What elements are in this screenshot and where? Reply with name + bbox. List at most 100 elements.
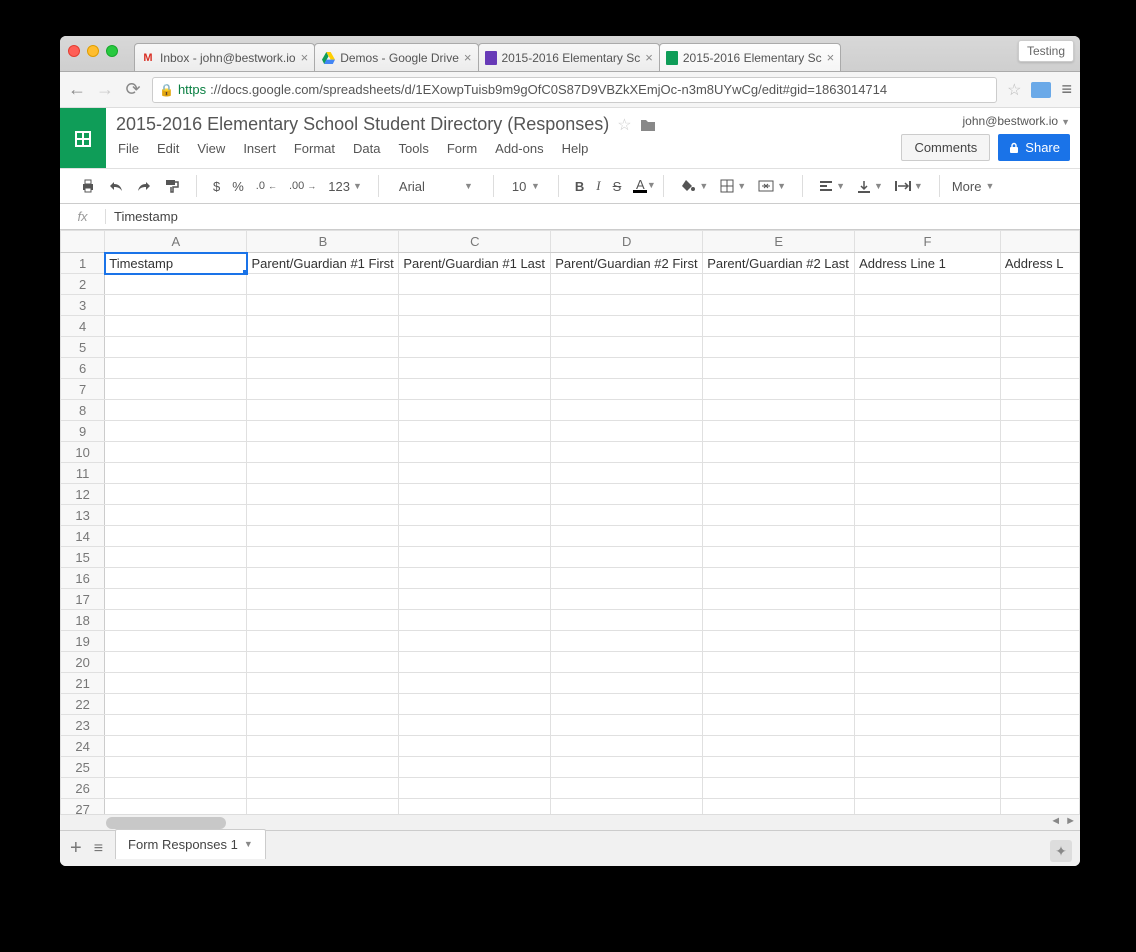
cell-overflow-7[interactable] [1000,379,1079,400]
cell-B25[interactable] [247,757,399,778]
print-icon[interactable] [76,178,100,194]
menu-format[interactable]: Format [294,141,335,156]
cell-F15[interactable] [855,547,1001,568]
row-header-21[interactable]: 21 [61,673,105,694]
cell-A3[interactable] [105,295,247,316]
star-document-icon[interactable]: ☆ [617,115,631,135]
cell-D24[interactable] [551,736,703,757]
cell-E10[interactable] [703,442,855,463]
tab-drive[interactable]: Demos - Google Drive × [314,43,478,71]
cell-overflow-15[interactable] [1000,547,1079,568]
cell-C5[interactable] [399,337,551,358]
column-header-F[interactable]: F [855,231,1001,253]
cell-overflow-17[interactable] [1000,589,1079,610]
cell-A6[interactable] [105,358,247,379]
cell-D20[interactable] [551,652,703,673]
share-button[interactable]: Share [998,134,1070,161]
cell-C12[interactable] [399,484,551,505]
scrollbar-thumb[interactable] [106,817,226,829]
cell-overflow-22[interactable] [1000,694,1079,715]
cell-overflow-10[interactable] [1000,442,1079,463]
column-header-B[interactable]: B [247,231,399,253]
menu-data[interactable]: Data [353,141,380,156]
cell-F14[interactable] [855,526,1001,547]
increase-decimal-button[interactable]: .00→ [285,180,320,192]
cell-overflow-24[interactable] [1000,736,1079,757]
cell-F27[interactable] [855,799,1001,815]
cell-F10[interactable] [855,442,1001,463]
redo-icon[interactable] [132,179,156,193]
cell-overflow-13[interactable] [1000,505,1079,526]
row-header-7[interactable]: 7 [61,379,105,400]
cell-E25[interactable] [703,757,855,778]
cell-B13[interactable] [247,505,399,526]
cell-B7[interactable] [247,379,399,400]
cell-A13[interactable] [105,505,247,526]
cell-F24[interactable] [855,736,1001,757]
cell-D8[interactable] [551,400,703,421]
cell-overflow-11[interactable] [1000,463,1079,484]
cell-A11[interactable] [105,463,247,484]
bookmark-star-icon[interactable]: ☆ [1007,80,1021,100]
cell-D13[interactable] [551,505,703,526]
cell-C2[interactable] [399,274,551,295]
cell-C11[interactable] [399,463,551,484]
cell-B27[interactable] [247,799,399,815]
cell-overflow-4[interactable] [1000,316,1079,337]
cell-A5[interactable] [105,337,247,358]
cell-C10[interactable] [399,442,551,463]
cell-D25[interactable] [551,757,703,778]
bold-button[interactable]: B [571,179,588,194]
row-header-14[interactable]: 14 [61,526,105,547]
format-percent-button[interactable]: % [228,179,248,194]
cell-overflow-5[interactable] [1000,337,1079,358]
cell-F16[interactable] [855,568,1001,589]
cell-overflow-26[interactable] [1000,778,1079,799]
cell-E15[interactable] [703,547,855,568]
cell-F12[interactable] [855,484,1001,505]
column-header-C[interactable]: C [399,231,551,253]
cell-F20[interactable] [855,652,1001,673]
cell-D22[interactable] [551,694,703,715]
cell-B5[interactable] [247,337,399,358]
cell-B17[interactable] [247,589,399,610]
cell-C26[interactable] [399,778,551,799]
move-folder-icon[interactable] [640,118,656,132]
row-header-9[interactable]: 9 [61,421,105,442]
font-size-dropdown[interactable]: 10▼ [506,179,546,194]
cell-E27[interactable] [703,799,855,815]
menu-tools[interactable]: Tools [398,141,428,156]
cell-D5[interactable] [551,337,703,358]
reload-button[interactable]: ⟳ [124,79,142,100]
cell-C3[interactable] [399,295,551,316]
cell-F9[interactable] [855,421,1001,442]
row-header-26[interactable]: 26 [61,778,105,799]
cell-E26[interactable] [703,778,855,799]
cell-C27[interactable] [399,799,551,815]
menu-help[interactable]: Help [562,141,589,156]
cell-F6[interactable] [855,358,1001,379]
cell-C25[interactable] [399,757,551,778]
cell-A2[interactable] [105,274,247,295]
cell-B12[interactable] [247,484,399,505]
comments-button[interactable]: Comments [901,134,990,161]
cell-E21[interactable] [703,673,855,694]
cell-B2[interactable] [247,274,399,295]
cell-F25[interactable] [855,757,1001,778]
cell-D26[interactable] [551,778,703,799]
formula-input[interactable]: Timestamp [106,209,178,224]
cell-D6[interactable] [551,358,703,379]
cell-overflow-19[interactable] [1000,631,1079,652]
cell-E6[interactable] [703,358,855,379]
column-header-A[interactable]: A [105,231,247,253]
scroll-left-icon[interactable]: ◄ [1050,815,1061,827]
cell-overflow-12[interactable] [1000,484,1079,505]
column-header-D[interactable]: D [551,231,703,253]
cell-C20[interactable] [399,652,551,673]
row-header-1[interactable]: 1 [61,253,105,274]
cell-E18[interactable] [703,610,855,631]
row-header-8[interactable]: 8 [61,400,105,421]
cell-C13[interactable] [399,505,551,526]
cell-F23[interactable] [855,715,1001,736]
row-header-4[interactable]: 4 [61,316,105,337]
